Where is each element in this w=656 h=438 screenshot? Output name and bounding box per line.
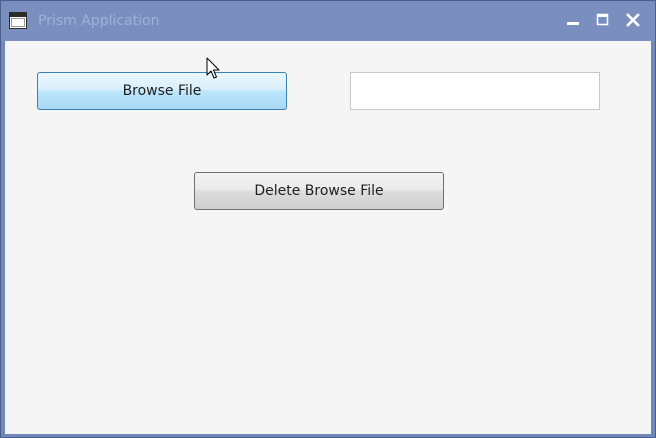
close-icon	[626, 13, 640, 27]
application-window: Prism Application Browse File Delete Bro…	[0, 0, 656, 438]
browse-file-button[interactable]: Browse File	[37, 72, 287, 110]
maximize-button[interactable]	[593, 10, 613, 30]
maximize-icon	[596, 13, 610, 27]
minimize-button[interactable]	[563, 10, 583, 30]
minimize-icon	[566, 13, 580, 27]
file-path-field[interactable]	[350, 72, 600, 110]
close-button[interactable]	[623, 10, 643, 30]
title-bar[interactable]: Prism Application	[1, 1, 655, 41]
window-title: Prism Application	[38, 13, 160, 29]
client-area: Browse File Delete Browse File	[5, 41, 651, 434]
delete-browse-file-button[interactable]: Delete Browse File	[194, 172, 444, 210]
application-window-icon	[9, 12, 27, 29]
